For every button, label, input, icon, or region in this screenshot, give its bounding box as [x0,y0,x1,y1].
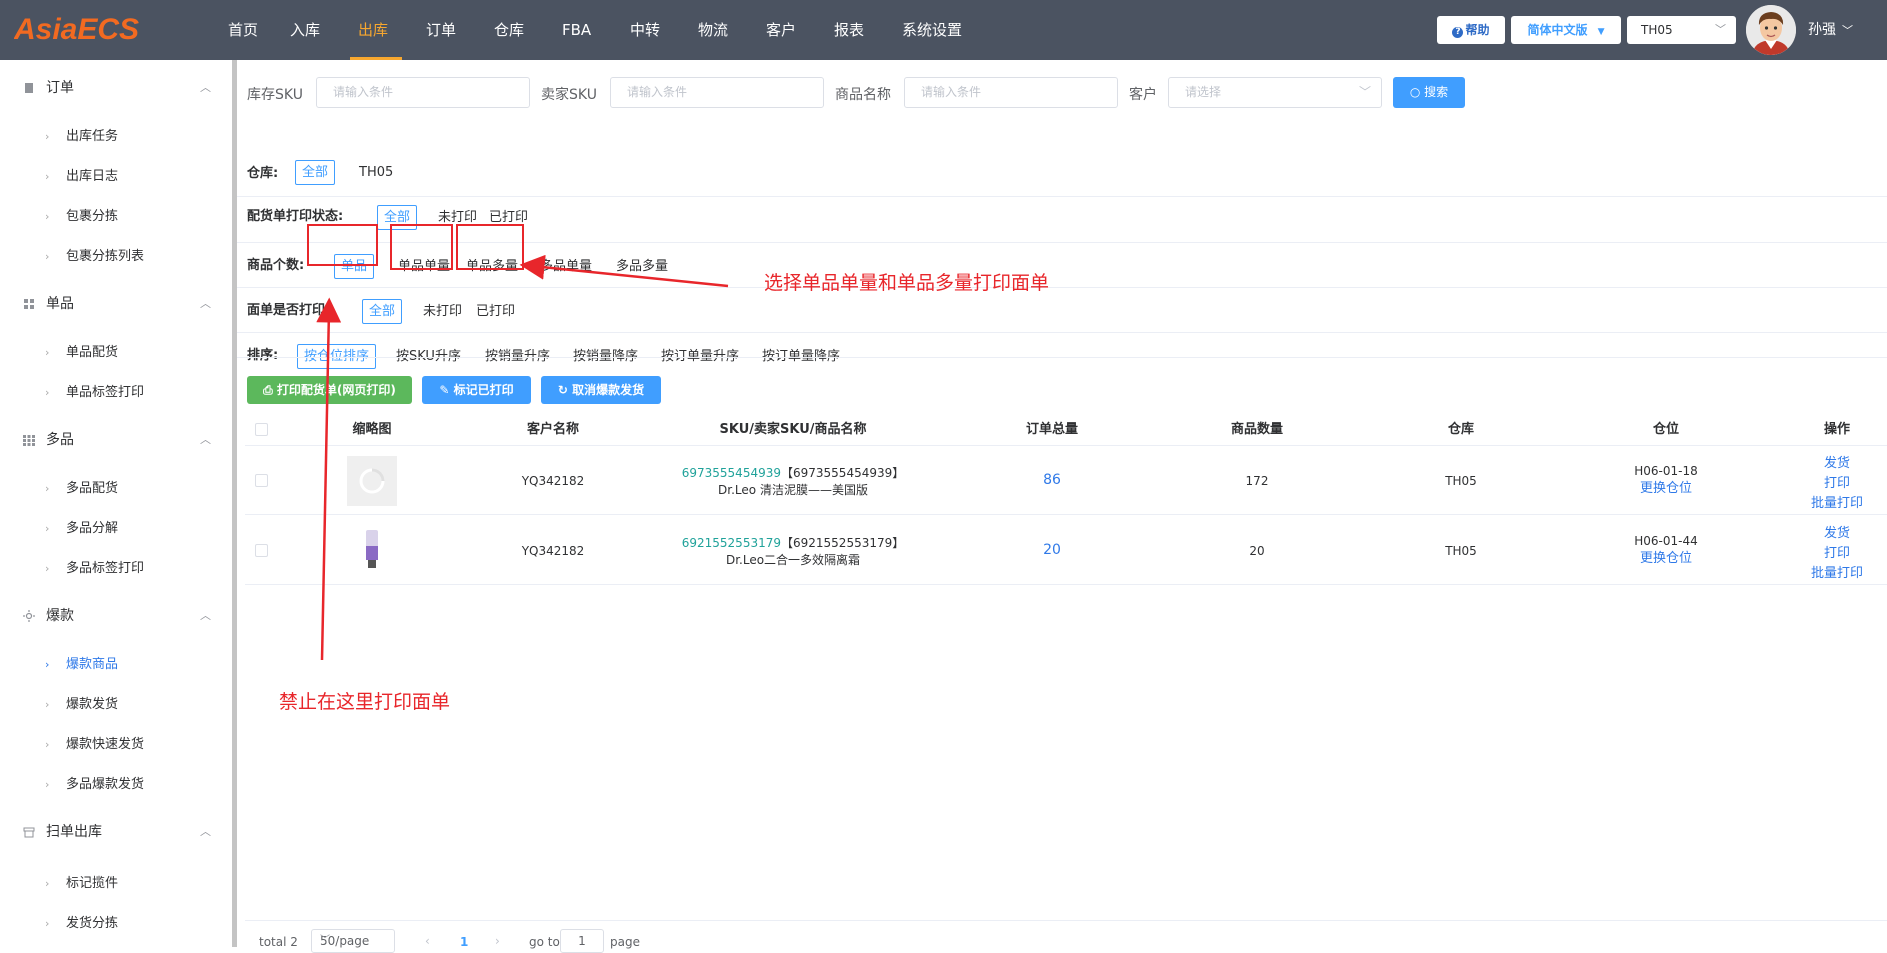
annotation-arrow-up [316,297,342,661]
annotation-arrow-right [519,254,729,288]
annotation-select-note: 选择单品单量和单品多量打印面单 [764,272,1050,294]
annotation-forbid-note: 禁止在这里打印面单 [279,691,451,713]
annotation-arrows [316,254,729,661]
